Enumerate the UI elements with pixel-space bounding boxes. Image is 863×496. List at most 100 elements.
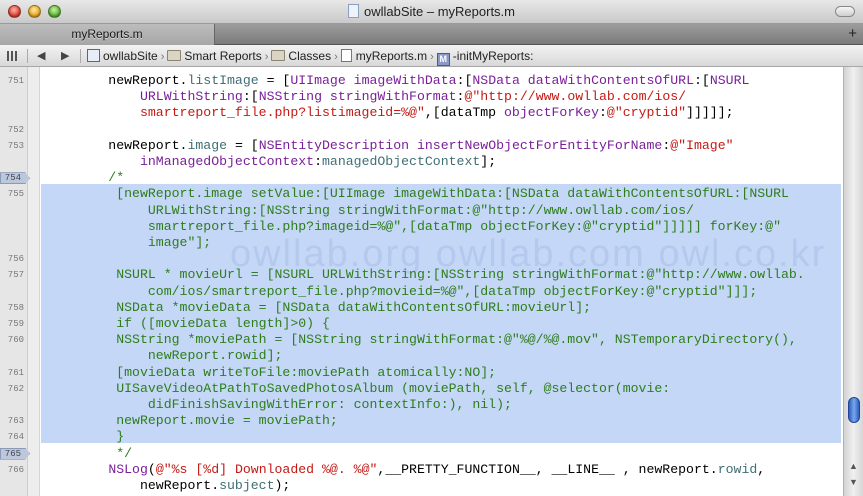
code-token: :[ bbox=[694, 73, 710, 88]
add-tab-button[interactable]: + bbox=[848, 25, 857, 42]
breadcrumb-classes[interactable]: Classes bbox=[271, 49, 331, 63]
code-token: ); bbox=[274, 478, 291, 493]
code-token: UIImage bbox=[290, 73, 346, 88]
code-token: image bbox=[187, 137, 228, 153]
code-token: = [ bbox=[227, 137, 259, 153]
code-token: insertNewObjectForEntityForName bbox=[416, 137, 663, 153]
scroll-up-arrow-icon[interactable]: ▲ bbox=[849, 461, 858, 471]
code-line[interactable]: [movieData writeToFile:moviePath atomica… bbox=[45, 365, 496, 381]
code-token: didFinishSavingWithError: contextInfo:),… bbox=[45, 397, 512, 412]
line-number: 751 bbox=[7, 76, 24, 86]
breakpoint-marker[interactable]: 765 bbox=[0, 447, 30, 460]
code-token: NSData *movieData = [NSData dataWithCont… bbox=[45, 299, 592, 315]
line-number: 765 bbox=[4, 448, 21, 459]
code-line[interactable]: NSString *moviePath = [NSString stringWi… bbox=[45, 332, 797, 348]
code-token: URLWithString:[NSString stringWithFormat… bbox=[45, 202, 694, 218]
breadcrumb: owllabSite › Smart Reports › Classes › myRepor… bbox=[87, 45, 533, 67]
window-title-text: owllabSite – myReports.m bbox=[364, 4, 515, 19]
code-token: managedObjectContext bbox=[322, 154, 481, 169]
code-token: , bbox=[757, 461, 766, 477]
code-token: */ bbox=[45, 445, 133, 461]
breakpoint-marker[interactable]: 754 bbox=[0, 172, 30, 185]
chevron-right-icon: › bbox=[334, 51, 338, 63]
code-line[interactable]: UISaveVideoAtPathToSavedPhotosAlbum (mov… bbox=[45, 381, 670, 397]
breadcrumb-project[interactable]: owllabSite bbox=[87, 49, 158, 63]
code-token: NSURL bbox=[709, 73, 750, 88]
code-line[interactable]: } bbox=[45, 429, 124, 445]
scroll-down-arrow-icon[interactable]: ▼ bbox=[849, 477, 858, 487]
code-line[interactable]: newReport.movie = moviePath; bbox=[45, 413, 338, 429]
breadcrumb-method[interactable]: M -initMyReports: bbox=[436, 49, 533, 66]
code-line[interactable]: newReport.rowid]; bbox=[45, 348, 283, 364]
code-line[interactable]: image"]; bbox=[45, 235, 211, 251]
tab-bar: myReports.m + bbox=[0, 24, 863, 45]
toolbar-toggle-button[interactable] bbox=[835, 6, 855, 17]
code-line[interactable]: */ bbox=[45, 446, 132, 462]
code-token: inManagedObjectContext bbox=[139, 154, 315, 169]
related-items-icon[interactable] bbox=[7, 51, 19, 61]
code-line[interactable]: NSLog(@"%s [%d] Downloaded %@. %@",__PRE… bbox=[45, 462, 765, 478]
line-number: 758 bbox=[7, 302, 24, 313]
divider bbox=[80, 49, 81, 63]
code-token: objectForKey bbox=[504, 105, 599, 121]
code-token: newReport.rowid]; bbox=[45, 348, 283, 364]
breadcrumb-smart-reports[interactable]: Smart Reports bbox=[167, 49, 262, 63]
code-token: @"http://www.owllab.com/ios/ bbox=[464, 89, 687, 105]
code-line[interactable]: if ([movieData length]>0) { bbox=[45, 316, 330, 332]
code-line[interactable]: URLWithString:[NSString stringWithFormat… bbox=[45, 203, 694, 219]
code-token: newReport. bbox=[45, 73, 188, 88]
back-arrow-icon[interactable]: ◀ bbox=[37, 49, 45, 62]
code-token: UISaveVideoAtPathToSavedPhotosAlbum (mov… bbox=[45, 380, 671, 396]
code-line[interactable]: com/ios/smartreport_file.php?movieid=%@"… bbox=[45, 284, 757, 300]
code-line[interactable]: didFinishSavingWithError: contextInfo:),… bbox=[45, 397, 512, 413]
tab-myreports[interactable]: myReports.m bbox=[0, 24, 215, 45]
line-number: 755 bbox=[7, 189, 24, 200]
code-token: NSData bbox=[472, 73, 520, 88]
code-line[interactable]: smartreport_file.php?imageid=%@",[dataTm… bbox=[45, 219, 781, 235]
code-token: @"%s [%d] Downloaded %@. %@" bbox=[155, 461, 378, 477]
code-token: newReport. bbox=[45, 478, 220, 493]
scrollbar-thumb[interactable] bbox=[848, 397, 860, 423]
code-folding-ribbon[interactable] bbox=[28, 67, 40, 496]
vertical-scrollbar[interactable]: ▲ ▼ bbox=[843, 67, 863, 496]
folder-icon bbox=[167, 50, 182, 61]
line-number: 757 bbox=[7, 270, 24, 281]
code-token: NSLog bbox=[108, 461, 148, 477]
code-token: @"Image" bbox=[670, 137, 734, 153]
code-token: NSString bbox=[258, 89, 322, 105]
code-line[interactable]: NSData *movieData = [NSData dataWithCont… bbox=[45, 300, 591, 316]
code-token: :[ bbox=[242, 89, 259, 105]
code-line[interactable]: newReport.image = [NSEntityDescription i… bbox=[45, 137, 734, 154]
code-line[interactable]: /* bbox=[45, 170, 124, 186]
code-editor[interactable]: owllab.org owllab.com owl.co.kr 751 newR… bbox=[0, 67, 863, 496]
code-token: ]]]]]; bbox=[686, 105, 734, 121]
line-number: 759 bbox=[7, 319, 24, 329]
document-icon bbox=[348, 4, 359, 18]
code-line[interactable]: inManagedObjectContext:managedObjectCont… bbox=[45, 154, 496, 170]
code-line[interactable]: NSURL * movieUrl = [NSURL URLWithString:… bbox=[45, 267, 805, 283]
window-title: owllabSite – myReports.m bbox=[0, 4, 863, 19]
code-line[interactable]: newReport.subject); bbox=[45, 478, 290, 494]
line-number: 753 bbox=[7, 140, 24, 151]
code-line[interactable]: newReport.listImage = [UIImage imageWith… bbox=[45, 73, 749, 89]
forward-arrow-icon[interactable]: ▶ bbox=[61, 49, 69, 62]
code-token: com/ios/smartreport_file.php?movieid=%@"… bbox=[45, 283, 758, 299]
folder-icon bbox=[271, 50, 286, 61]
code-line[interactable]: smartreport_file.php?listimageid=%@",[da… bbox=[45, 105, 734, 121]
code-token: @"cryptid" bbox=[606, 105, 687, 121]
breadcrumb-file[interactable]: myReports.m bbox=[340, 49, 427, 63]
code-token: imageWithData bbox=[353, 73, 457, 88]
code-token: NSEntityDescription bbox=[258, 137, 410, 153]
code-token: [newReport.image setValue:[UIImage image… bbox=[45, 186, 789, 202]
code-line[interactable]: URLWithString:[NSString stringWithFormat… bbox=[45, 89, 686, 105]
code-token: newReport.movie = moviePath; bbox=[45, 413, 338, 429]
code-line[interactable]: [newReport.image setValue:[UIImage image… bbox=[45, 186, 789, 202]
code-token: smartreport_file.php?listimageid=%@" bbox=[139, 105, 425, 121]
divider bbox=[27, 49, 28, 63]
chevron-right-icon: › bbox=[160, 51, 165, 63]
